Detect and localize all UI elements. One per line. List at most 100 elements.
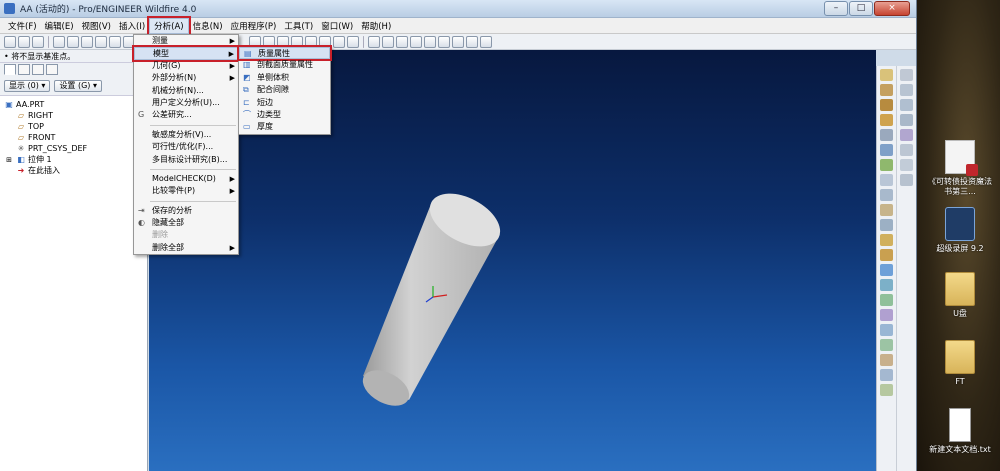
solidify-tool-icon[interactable] bbox=[900, 159, 913, 171]
menu-item-geometry[interactable]: 几何(G) ▶ bbox=[134, 60, 238, 72]
datum-point-toggle-icon[interactable] bbox=[466, 35, 478, 48]
title-bar[interactable]: AA (活动的) - Pro/ENGINEER Wildfire 4.0 – □… bbox=[0, 0, 916, 18]
desktop-icon-pdf[interactable]: 《可转债投资魔法书第三... bbox=[925, 140, 995, 197]
tree-item-top[interactable]: ▱ TOP bbox=[4, 121, 147, 132]
expand-icon[interactable]: ⊞ bbox=[4, 156, 14, 164]
menu-item-feasibility[interactable]: 可行性/优化(F)... bbox=[134, 141, 238, 153]
datum-axis-toggle-icon[interactable] bbox=[452, 35, 464, 48]
show-dropdown[interactable]: 显示 (0) ▾ bbox=[4, 80, 51, 92]
menu-item-compare-parts[interactable]: 比较零件(P) ▶ bbox=[134, 185, 238, 197]
menu-item-short-edge[interactable]: ⊏ 短边 bbox=[239, 97, 330, 109]
merge-tool-icon[interactable] bbox=[880, 339, 893, 351]
datum-plane-tool-icon[interactable] bbox=[880, 69, 893, 81]
layers-icon[interactable] bbox=[347, 35, 359, 48]
desktop-icon-usb[interactable]: U盘 bbox=[925, 272, 995, 319]
undo-icon[interactable] bbox=[67, 35, 79, 48]
menu-item-multi-objective[interactable]: 多目标设计研究(B)... bbox=[134, 154, 238, 166]
tree-item-part[interactable]: ▣ AA.PRT bbox=[4, 99, 147, 110]
maximize-button[interactable]: □ bbox=[849, 1, 873, 16]
desktop-icon-txt[interactable]: 新建文本文档.txt bbox=[925, 408, 995, 455]
csys-toggle-icon[interactable] bbox=[480, 35, 492, 48]
menu-item-hide-all[interactable]: ◐ 隐藏全部 bbox=[134, 217, 238, 229]
favorites-tab-icon[interactable] bbox=[32, 64, 44, 75]
tree-item-front[interactable]: ▱ FRONT bbox=[4, 132, 147, 143]
tree-item-csys[interactable]: ✳ PRT_CSYS_DEF bbox=[4, 143, 147, 154]
mirror-tool-icon[interactable] bbox=[880, 324, 893, 336]
extend-tool-icon[interactable] bbox=[900, 129, 913, 141]
thicken-tool-icon[interactable] bbox=[900, 144, 913, 156]
shell-tool-icon[interactable] bbox=[880, 189, 893, 201]
tree-item-insert-here[interactable]: ➜ 在此插入 bbox=[4, 165, 147, 176]
menu-item-user-defined-analysis[interactable]: 用户定义分析(U)... bbox=[134, 97, 238, 109]
csys-tool-icon[interactable] bbox=[880, 144, 893, 156]
menu-edit[interactable]: 编辑(E) bbox=[41, 19, 78, 33]
draft-tool-icon[interactable] bbox=[880, 219, 893, 231]
cylinder-model[interactable] bbox=[357, 183, 509, 413]
extrude-tool-icon[interactable] bbox=[880, 264, 893, 276]
close-button[interactable]: × bbox=[874, 1, 910, 16]
folder-browser-tab-icon[interactable] bbox=[18, 64, 30, 75]
intersect-tool-icon[interactable] bbox=[900, 114, 913, 126]
wireframe-icon[interactable] bbox=[368, 35, 380, 48]
analysis-feature-icon[interactable] bbox=[880, 159, 893, 171]
menu-item-pairs-clearance[interactable]: ⧉ 配合间隙 bbox=[239, 84, 330, 96]
menu-item-external-analysis[interactable]: 外部分析(N) ▶ bbox=[134, 72, 238, 84]
menu-item-saved-analysis[interactable]: ⇥ 保存的分析 bbox=[134, 205, 238, 217]
fill-tool-icon[interactable] bbox=[900, 99, 913, 111]
menu-item-one-sided-volume[interactable]: ◩ 单侧体积 bbox=[239, 72, 330, 84]
menu-item-xsec-mass-properties[interactable]: ▥ 剖截面质量属性 bbox=[239, 59, 330, 71]
menu-item-modelcheck[interactable]: ModelCHECK(D) ▶ bbox=[134, 173, 238, 185]
menu-view[interactable]: 视图(V) bbox=[78, 19, 115, 33]
desktop-icon-ft[interactable]: FT bbox=[925, 340, 995, 387]
menu-item-thickness[interactable]: ▭ 厚度 bbox=[239, 121, 330, 133]
shading-icon[interactable] bbox=[410, 35, 422, 48]
cut-icon[interactable] bbox=[95, 35, 107, 48]
menu-item-mechanism-analysis[interactable]: 机械分析(N)... bbox=[134, 85, 238, 97]
print-icon[interactable] bbox=[53, 35, 65, 48]
sketch-tool-icon[interactable] bbox=[880, 129, 893, 141]
pattern-tool-icon[interactable] bbox=[880, 369, 893, 381]
model-tree-tab-icon[interactable] bbox=[4, 64, 16, 75]
saved-views-icon[interactable] bbox=[333, 35, 345, 48]
menu-item-edge-type[interactable]: ⌒ 边类型 bbox=[239, 109, 330, 121]
connections-tab-icon[interactable] bbox=[46, 64, 58, 75]
new-file-icon[interactable] bbox=[4, 35, 16, 48]
settings-dropdown[interactable]: 设置 (G) ▾ bbox=[54, 80, 102, 92]
datum-curve-tool-icon[interactable] bbox=[880, 99, 893, 111]
no-hidden-icon[interactable] bbox=[396, 35, 408, 48]
tree-item-extrude[interactable]: ⊞ ◧ 拉伸 1 bbox=[4, 154, 147, 165]
warp-tool-icon[interactable] bbox=[900, 84, 913, 96]
menu-info[interactable]: 信息(N) bbox=[189, 19, 227, 33]
project-tool-icon[interactable] bbox=[900, 174, 913, 186]
redo-icon[interactable] bbox=[81, 35, 93, 48]
save-icon[interactable] bbox=[32, 35, 44, 48]
menu-applications[interactable]: 应用程序(P) bbox=[227, 19, 281, 33]
chamfer-tool-icon[interactable] bbox=[880, 249, 893, 261]
menu-file[interactable]: 文件(F) bbox=[4, 19, 41, 33]
copy-icon[interactable] bbox=[109, 35, 121, 48]
round-tool-icon[interactable] bbox=[880, 234, 893, 246]
revolve-tool-icon[interactable] bbox=[880, 279, 893, 291]
menu-item-tolerance-study[interactable]: G 公差研究... bbox=[134, 109, 238, 121]
menu-help[interactable]: 帮助(H) bbox=[357, 19, 395, 33]
menu-insert[interactable]: 插入(I) bbox=[115, 19, 149, 33]
style-tool-icon[interactable] bbox=[900, 69, 913, 81]
datum-plane-toggle-icon[interactable] bbox=[438, 35, 450, 48]
hidden-line-icon[interactable] bbox=[382, 35, 394, 48]
menu-item-mass-properties[interactable]: ▤ 质量属性 bbox=[237, 44, 332, 62]
offset-tool-icon[interactable] bbox=[880, 384, 893, 396]
open-file-icon[interactable] bbox=[18, 35, 30, 48]
datum-axis-tool-icon[interactable] bbox=[880, 84, 893, 96]
desktop-icon-recorder[interactable]: 超级录屏 9.2 bbox=[925, 207, 995, 254]
hole-tool-icon[interactable] bbox=[880, 174, 893, 186]
rib-tool-icon[interactable] bbox=[880, 204, 893, 216]
menu-window[interactable]: 窗口(W) bbox=[317, 19, 357, 33]
trim-tool-icon[interactable] bbox=[880, 354, 893, 366]
menu-item-model[interactable]: 模型 ▶ bbox=[132, 45, 240, 62]
sweep-tool-icon[interactable] bbox=[880, 294, 893, 306]
appearance-icon[interactable] bbox=[424, 35, 436, 48]
datum-point-tool-icon[interactable] bbox=[880, 114, 893, 126]
menu-item-delete-all[interactable]: 删除全部 ▶ bbox=[134, 242, 238, 254]
tree-item-right[interactable]: ▱ RIGHT bbox=[4, 110, 147, 121]
blend-tool-icon[interactable] bbox=[880, 309, 893, 321]
